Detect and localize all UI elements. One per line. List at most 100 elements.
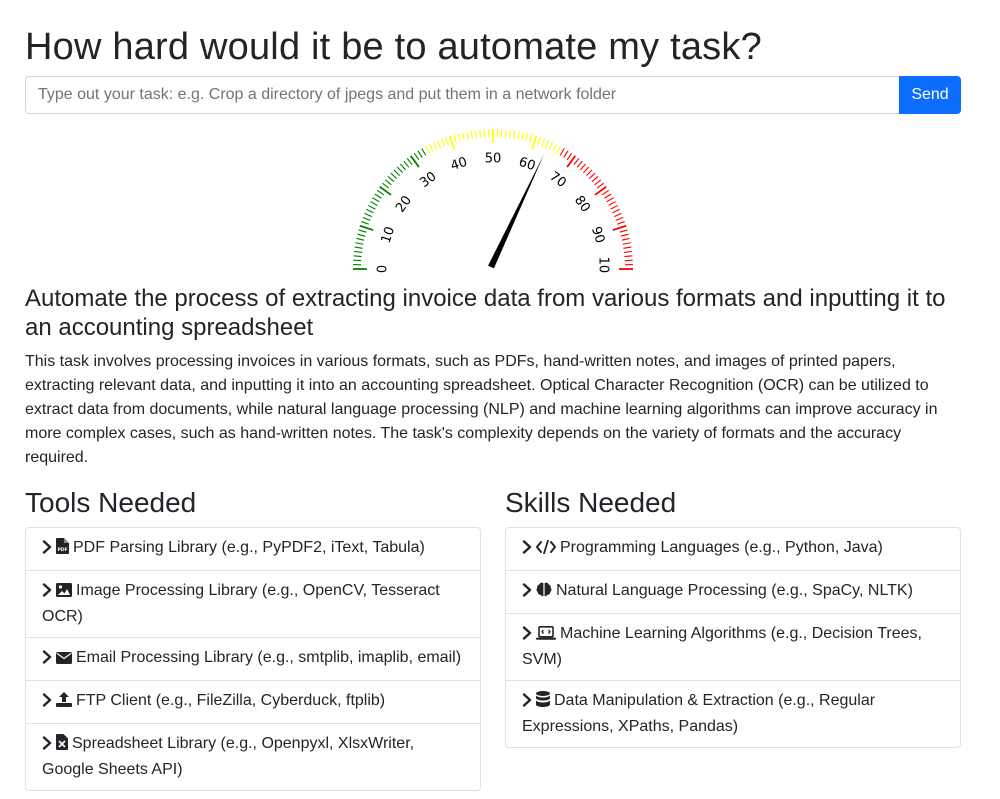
gauge-minor-tick <box>608 201 616 206</box>
gauge-minor-tick <box>466 131 469 140</box>
tool-item[interactable]: Image Processing Library (e.g., OpenCV, … <box>26 571 480 638</box>
chevron-right-icon <box>42 734 52 758</box>
gauge-minor-tick <box>403 160 410 168</box>
gauge-tick-label: 100 <box>596 257 611 274</box>
gauge-major-tick <box>531 135 538 150</box>
gauge-minor-tick <box>552 144 558 152</box>
gauge-minor-tick <box>576 160 583 168</box>
skills-heading: Skills Needed <box>505 487 677 518</box>
chevron-right-icon <box>42 538 52 562</box>
gauge-minor-tick <box>517 131 520 140</box>
excel-file-icon <box>56 734 68 758</box>
gauge-minor-tick <box>623 250 632 254</box>
chevron-right-icon <box>42 581 52 605</box>
gauge-tick-label: 70 <box>547 169 569 191</box>
chevron-right-icon <box>522 691 532 715</box>
gauge-minor-tick <box>591 176 599 183</box>
tool-item[interactable]: FTP Client (e.g., FileZilla, Cyberduck, … <box>26 681 480 724</box>
gauge-minor-tick <box>396 166 404 174</box>
gauge-minor-tick <box>355 242 364 245</box>
gauge-tick-label: 20 <box>393 193 415 215</box>
gauge-labels: 010203040 50 60708090100 <box>376 152 611 275</box>
skill-item[interactable]: Natural Language Processing (e.g., SpaCy… <box>506 571 960 614</box>
tool-item[interactable]: Spreadsheet Library (e.g., Openpyxl, Xls… <box>26 724 480 790</box>
upload-icon <box>56 691 72 715</box>
gauge-minor-tick <box>596 182 604 189</box>
tools-column: Tools Needed PDF PDF Parsing Library (e.g… <box>25 486 481 791</box>
gauge-minor-tick <box>384 179 392 186</box>
gauge-minor-tick <box>374 193 382 199</box>
gauge-minor-tick <box>361 221 369 225</box>
gauge-minor-tick <box>566 152 573 161</box>
skill-item[interactable]: Programming Languages (e.g., Python, Jav… <box>506 528 960 571</box>
gauge-minor-tick <box>457 133 461 142</box>
gauge-minor-tick <box>440 138 445 147</box>
gauge-minor-tick <box>529 134 533 143</box>
gauge-minor-tick <box>544 140 550 149</box>
gauge-minor-tick <box>582 166 590 174</box>
skills-list: Programming Languages (e.g., Python, Jav… <box>505 527 961 748</box>
gauge-minor-tick <box>353 255 362 258</box>
gauge-minor-tick <box>421 148 427 156</box>
task-input[interactable] <box>25 76 899 114</box>
gauge-minor-tick <box>619 229 628 233</box>
gauge-minor-tick <box>594 179 602 186</box>
tools-list: PDF PDF Parsing Library (e.g., PyPDF2, iT… <box>25 527 481 791</box>
gauge-minor-tick <box>588 172 596 180</box>
gauge-minor-tick <box>406 158 413 166</box>
gauge-minor-tick <box>479 129 482 138</box>
skill-item[interactable]: Data Manipulation & Extraction (e.g., Re… <box>506 681 960 747</box>
gauge-minor-tick <box>613 212 622 218</box>
main-container: How hard would it be to automate my task… <box>25 0 961 791</box>
gauge-minor-tick <box>585 169 593 177</box>
skill-item[interactable]: Machine Learning Algorithms (e.g., Decis… <box>506 614 960 681</box>
task-title: Automate the process of extracting invoi… <box>25 285 946 341</box>
brain-icon <box>536 581 552 605</box>
gauge-minor-tick <box>461 132 465 141</box>
gauge-minor-tick <box>376 189 385 196</box>
requirements-columns: Tools Needed PDF PDF Parsing Library (e.g… <box>25 486 961 791</box>
gauge-minor-tick <box>620 233 629 237</box>
laptop-code-icon <box>536 624 556 648</box>
gauge-minor-tick <box>364 212 373 218</box>
tool-item-label: PDF Parsing Library (e.g., PyPDF2, iText… <box>73 539 425 556</box>
gauge-minor-tick <box>428 144 434 152</box>
skill-item-label: Data Manipulation & Extraction (e.g., Re… <box>522 692 876 735</box>
gauge-svg: 010203040 50 60708090100 <box>353 129 633 275</box>
gauge-minor-tick <box>604 193 612 199</box>
gauge-minor-tick <box>513 130 516 139</box>
gauge-minor-tick <box>354 246 363 249</box>
gauge-minor-tick <box>425 146 430 154</box>
gauge-minor-tick <box>470 130 473 139</box>
send-button[interactable]: Send <box>899 76 961 114</box>
gauge-minor-tick <box>622 242 631 245</box>
gauge-minor-tick <box>624 259 633 262</box>
gauge-minor-tick <box>573 158 580 166</box>
gauge-minor-tick <box>525 133 529 142</box>
gauge-tick-label: 0 <box>376 265 391 273</box>
gauge-minor-tick <box>612 208 620 214</box>
gauge-major-tick <box>359 224 374 231</box>
gauge-major-tick <box>612 224 627 231</box>
tool-item[interactable]: Email Processing Library (e.g., smtplib,… <box>26 638 480 681</box>
gauge-minor-tick <box>601 189 610 196</box>
chevron-right-icon <box>522 538 532 562</box>
gauge-tick-label: 40 <box>449 155 469 174</box>
gauge-minor-tick <box>400 163 407 171</box>
gauge-minor-tick <box>393 169 401 177</box>
gauge-minor-tick <box>508 130 512 139</box>
gauge-minor-tick <box>357 233 366 237</box>
gauge-minor-tick <box>500 129 503 138</box>
gauge-minor-tick <box>413 152 420 161</box>
pdf-file-icon: PDF <box>56 538 69 562</box>
gauge-minor-tick <box>354 250 363 254</box>
skills-column: Skills Needed Programming Languages (e.g… <box>505 486 961 791</box>
code-icon <box>536 538 556 562</box>
tool-item[interactable]: PDF PDF Parsing Library (e.g., PyPDF2, iT… <box>26 528 480 571</box>
svg-text:PDF: PDF <box>57 547 67 553</box>
tool-item-label: Email Processing Library (e.g., smtplib,… <box>76 649 462 666</box>
gauge-minor-tick <box>579 163 586 171</box>
chevron-right-icon <box>42 648 52 672</box>
gauge-minor-tick <box>353 259 362 262</box>
tools-heading: Tools Needed <box>25 487 197 518</box>
